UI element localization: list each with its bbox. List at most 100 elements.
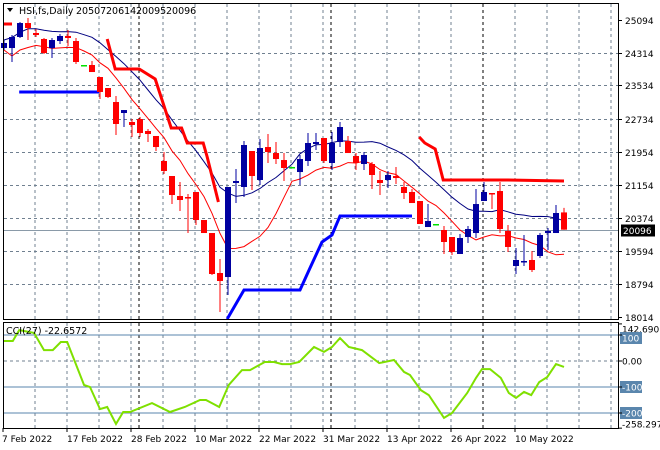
candle[interactable] bbox=[81, 65, 87, 67]
candle[interactable] bbox=[217, 258, 223, 313]
candle-body bbox=[233, 181, 239, 184]
candle[interactable] bbox=[73, 37, 79, 65]
candle[interactable] bbox=[177, 182, 183, 211]
candle[interactable] bbox=[185, 194, 191, 234]
price-pane-border bbox=[3, 3, 619, 320]
candle-body bbox=[185, 197, 191, 199]
candle[interactable] bbox=[553, 204, 559, 234]
candle[interactable] bbox=[353, 153, 359, 171]
candle[interactable] bbox=[393, 166, 399, 185]
candle[interactable] bbox=[521, 234, 527, 266]
candle[interactable] bbox=[129, 119, 135, 137]
candle-body bbox=[153, 135, 159, 148]
price-pane[interactable] bbox=[1, 17, 618, 320]
candle-body bbox=[33, 33, 39, 36]
candle-body bbox=[497, 191, 503, 229]
candle[interactable] bbox=[337, 122, 343, 148]
candle-body bbox=[57, 35, 63, 42]
candle[interactable] bbox=[233, 169, 239, 204]
candle[interactable] bbox=[329, 132, 335, 171]
candle[interactable] bbox=[425, 204, 431, 228]
candle[interactable] bbox=[161, 152, 167, 174]
candle[interactable] bbox=[201, 220, 207, 234]
cci-line bbox=[4, 328, 565, 426]
candle[interactable] bbox=[265, 134, 271, 164]
candle[interactable] bbox=[481, 182, 487, 202]
candle-body bbox=[449, 237, 455, 252]
candle[interactable] bbox=[97, 77, 103, 99]
candle[interactable] bbox=[17, 22, 23, 38]
candle[interactable] bbox=[273, 142, 279, 165]
candle[interactable] bbox=[377, 171, 383, 196]
candle[interactable] bbox=[289, 166, 295, 169]
close-value: 20096 bbox=[166, 6, 196, 17]
candle[interactable] bbox=[401, 182, 407, 199]
candle[interactable] bbox=[137, 116, 143, 137]
candle[interactable] bbox=[281, 153, 287, 182]
candle[interactable] bbox=[465, 226, 471, 244]
candle[interactable] bbox=[41, 37, 47, 55]
candle[interactable] bbox=[113, 96, 119, 135]
candle[interactable] bbox=[297, 154, 303, 186]
candle[interactable] bbox=[361, 152, 367, 171]
chart-canvas: 25094 24314 23534 22734 21954 21154 20374 19594… bbox=[1, 3, 660, 445]
candle[interactable] bbox=[313, 133, 319, 151]
candle-body bbox=[425, 221, 431, 228]
candle[interactable] bbox=[497, 182, 503, 234]
candle[interactable] bbox=[545, 228, 551, 251]
candle[interactable] bbox=[65, 29, 71, 47]
candle[interactable] bbox=[417, 201, 423, 224]
candle-body bbox=[465, 228, 471, 238]
high-value: 20614 bbox=[106, 6, 136, 17]
collapse-triangle-icon[interactable] bbox=[7, 8, 13, 12]
candle-body bbox=[177, 196, 183, 201]
candle-body bbox=[97, 77, 103, 92]
candle[interactable] bbox=[409, 189, 415, 204]
candle-body bbox=[401, 186, 407, 193]
candle[interactable] bbox=[457, 234, 463, 254]
candle[interactable] bbox=[33, 29, 39, 37]
candle[interactable] bbox=[121, 110, 127, 128]
time-tick-label: 28 Feb 2022 bbox=[131, 435, 187, 445]
candle-body bbox=[353, 155, 359, 164]
candle[interactable] bbox=[513, 247, 519, 275]
candle-body bbox=[481, 191, 487, 202]
time-tick-label: 26 Apr 2022 bbox=[451, 435, 507, 445]
candle-body bbox=[457, 238, 463, 254]
candle[interactable] bbox=[561, 207, 567, 230]
candle[interactable] bbox=[257, 139, 263, 186]
candle[interactable] bbox=[505, 225, 511, 252]
cci-tick-label: 100 bbox=[622, 335, 639, 345]
candle[interactable] bbox=[489, 192, 495, 210]
candle[interactable] bbox=[433, 223, 439, 226]
candle[interactable] bbox=[89, 60, 95, 73]
candle[interactable] bbox=[369, 161, 375, 190]
candle[interactable] bbox=[49, 37, 55, 59]
candle[interactable] bbox=[449, 237, 455, 255]
candle[interactable] bbox=[529, 251, 535, 273]
candle[interactable] bbox=[537, 233, 543, 258]
candle[interactable] bbox=[241, 141, 247, 198]
candle[interactable] bbox=[105, 87, 111, 99]
candle[interactable] bbox=[57, 34, 63, 44]
candle[interactable] bbox=[321, 138, 327, 164]
candle[interactable] bbox=[225, 186, 231, 296]
candle-body bbox=[361, 154, 367, 165]
candle[interactable] bbox=[305, 133, 311, 167]
candle-body bbox=[545, 231, 551, 234]
candle[interactable] bbox=[169, 176, 175, 205]
candle[interactable] bbox=[153, 135, 159, 152]
candle[interactable] bbox=[249, 151, 255, 191]
candle-body bbox=[217, 272, 223, 282]
candle[interactable] bbox=[473, 189, 479, 239]
candle[interactable] bbox=[193, 191, 199, 226]
lower-stop-line bbox=[225, 214, 412, 320]
candle[interactable] bbox=[345, 135, 351, 154]
candle[interactable] bbox=[441, 226, 447, 254]
candle[interactable] bbox=[209, 233, 215, 276]
candle[interactable] bbox=[9, 35, 15, 62]
cci-pane[interactable] bbox=[4, 328, 565, 426]
candle-body bbox=[73, 41, 79, 62]
candle[interactable] bbox=[145, 128, 151, 143]
symbol-label: HSI,fs,Daily bbox=[19, 6, 74, 17]
